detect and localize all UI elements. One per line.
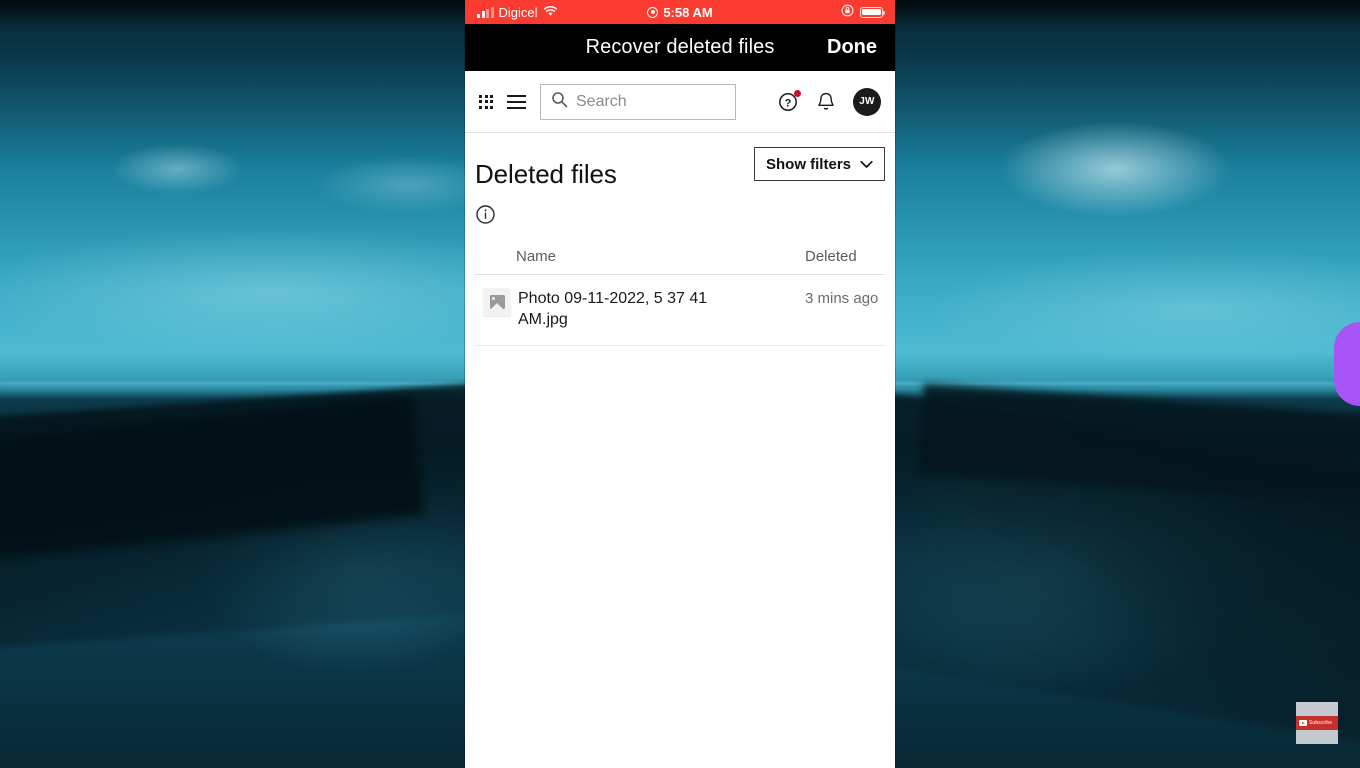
svg-text:?: ? bbox=[785, 97, 792, 109]
battery-full-icon bbox=[860, 6, 886, 18]
chevron-down-icon bbox=[860, 156, 873, 173]
column-header-deleted: Deleted bbox=[805, 248, 857, 265]
search-icon bbox=[551, 91, 568, 113]
subscribe-label: Subscribe bbox=[1309, 720, 1333, 726]
image-file-icon bbox=[483, 288, 511, 316]
show-filters-button[interactable]: Show filters bbox=[753, 147, 885, 181]
help-notification-badge bbox=[794, 89, 801, 97]
help-question-circle-icon[interactable]: ? bbox=[777, 89, 801, 113]
table-row[interactable]: Photo 09-11-2022, 5 37 41 AM.jpg 3 mins … bbox=[475, 275, 885, 346]
wifi-icon bbox=[543, 5, 558, 20]
search-placeholder: Search bbox=[576, 92, 627, 110]
app-navigation-actions: ? JW bbox=[777, 87, 881, 116]
file-deleted-time: 3 mins ago bbox=[805, 290, 879, 307]
phone-screen: Digicel 5:58 AM Recover deleted files Do… bbox=[465, 0, 895, 768]
column-header-name: Name bbox=[516, 248, 557, 265]
modal-title-bar: Recover deleted files Done bbox=[465, 24, 895, 71]
desktop-background: Subscribe Digicel 5:58 AM Recover delete… bbox=[0, 0, 1360, 768]
signal-bars-icon bbox=[477, 6, 494, 18]
page-header: Deleted files Show filters bbox=[475, 133, 885, 190]
status-bar-left: Digicel bbox=[477, 5, 558, 20]
avatar[interactable]: JW bbox=[853, 87, 881, 116]
status-bar-right bbox=[841, 4, 886, 20]
page-title: Deleted files bbox=[475, 159, 617, 189]
subscribe-watermark[interactable]: Subscribe bbox=[1296, 702, 1338, 744]
screen-recording-icon bbox=[647, 6, 659, 18]
info-row bbox=[475, 190, 885, 230]
modal-title: Recover deleted files bbox=[585, 36, 775, 58]
accent-pill[interactable] bbox=[1334, 322, 1360, 406]
clock-label: 5:58 AM bbox=[663, 4, 713, 20]
hamburger-menu-icon[interactable] bbox=[507, 94, 526, 109]
youtube-play-icon bbox=[1299, 720, 1307, 726]
table-header-row: Name Deleted bbox=[475, 248, 885, 275]
done-button[interactable]: Done bbox=[827, 36, 877, 59]
file-name: Photo 09-11-2022, 5 37 41 AM.jpg bbox=[518, 290, 708, 328]
info-circle-icon[interactable] bbox=[475, 205, 496, 229]
bell-icon[interactable] bbox=[816, 91, 836, 112]
app-launcher-grid-icon[interactable] bbox=[479, 94, 493, 109]
subscribe-button[interactable]: Subscribe bbox=[1296, 716, 1338, 730]
search-input[interactable]: Search bbox=[540, 83, 736, 120]
rotation-lock-icon bbox=[841, 4, 854, 20]
ios-status-bar: Digicel 5:58 AM bbox=[465, 0, 895, 24]
app-navigation-bar: Search ? JW bbox=[465, 71, 895, 133]
carrier-label: Digicel bbox=[498, 4, 538, 20]
page-content: Deleted files Show filters Name Deleted … bbox=[465, 133, 895, 346]
show-filters-label: Show filters bbox=[765, 155, 851, 173]
deleted-files-table: Name Deleted Photo 09-11-2022, 5 37 41 A… bbox=[475, 248, 885, 346]
